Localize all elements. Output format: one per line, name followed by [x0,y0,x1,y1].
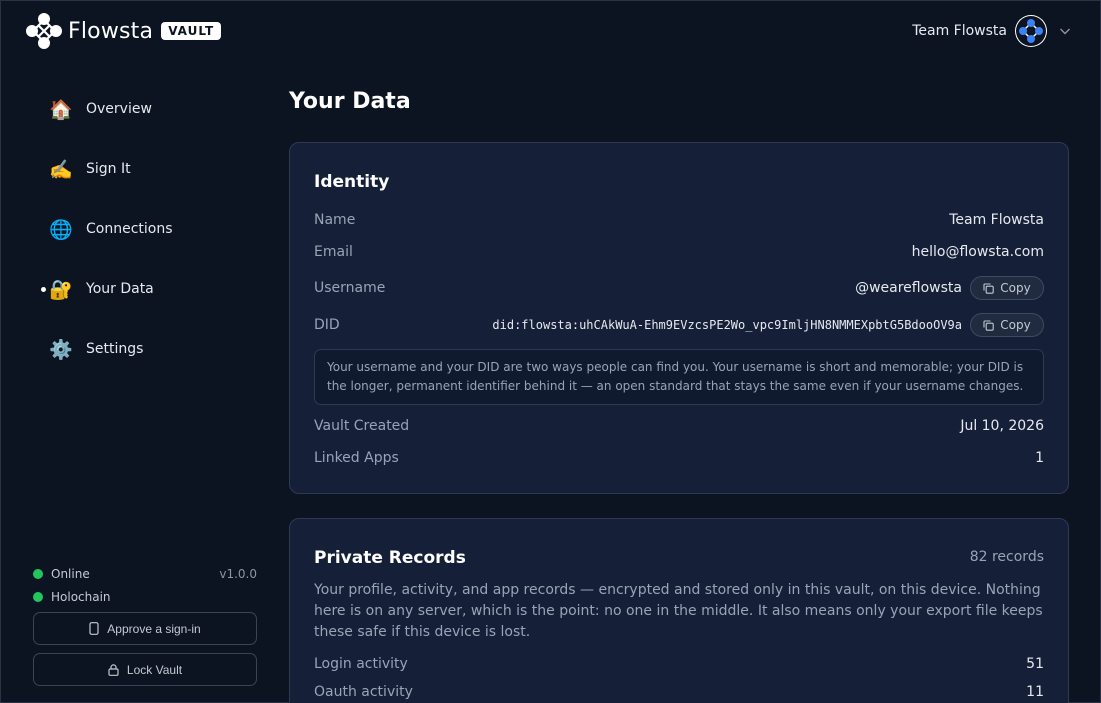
username-row: Username @weareflowsta Copy [314,275,1044,301]
username-value: @weareflowsta [855,280,962,296]
linked-apps-value: 1 [1035,450,1044,466]
lock-icon [108,663,119,676]
status-panel: Online v1.0.0 Holochain [33,562,257,608]
sidebar-nav: 🏠 Overview ✍️ Sign It 🌐 Connections 🔐 Yo… [40,79,260,379]
identity-heading: Identity [314,172,390,192]
gear-icon: ⚙️ [49,338,73,361]
email-value: hello@flowsta.com [911,244,1044,260]
sidebar-item-label: Your Data [86,281,154,297]
record-row-oauth-activity: Oauth activity 11 [314,684,1044,700]
sidebar-item-sign-it[interactable]: ✍️ Sign It [40,139,260,199]
avatar[interactable] [1015,15,1047,47]
lock-with-key-icon: 🔐 [49,278,73,301]
globe-icon: 🌐 [49,218,73,241]
vault-created-row: Vault Created Jul 10, 2026 [314,418,1044,434]
record-value: 51 [1026,656,1044,672]
lock-vault-label: Lock Vault [126,662,183,677]
house-icon: 🏠 [49,98,73,121]
copy-icon [983,319,995,331]
records-count: 82 records [969,549,1044,565]
record-label: Oauth activity [314,684,413,700]
version-label: v1.0.0 [219,566,257,581]
status-dot-icon [33,591,43,602]
username-label: Username [314,280,386,296]
holochain-label: Holochain [51,589,111,604]
linked-apps-row: Linked Apps 1 [314,450,1044,466]
sidebar-item-label: Settings [86,341,144,357]
lock-vault-button[interactable]: Lock Vault [33,653,257,686]
sidebar-item-label: Connections [86,221,173,237]
copy-label: Copy [1000,318,1031,332]
copy-did-button[interactable]: Copy [970,313,1044,337]
did-value: did:flowsta:uhCAkWuA-Ehm9EVzcsPE2Wo_vpc9… [492,318,962,332]
did-row: DID did:flowsta:uhCAkWuA-Ehm9EVzcsPE2Wo_… [314,312,1044,338]
account-name: Team Flowsta [912,23,1007,39]
private-records-heading: Private Records [314,548,466,568]
avatar-logo-icon [1016,16,1046,46]
writing-hand-icon: ✍️ [49,158,73,181]
record-value: 11 [1026,684,1044,700]
record-label: Login activity [314,656,408,672]
identity-card: Identity Name Team Flowsta Email hello@f… [289,142,1069,494]
email-row: Email hello@flowsta.com [314,244,1044,260]
name-row: Name Team Flowsta [314,212,1044,228]
record-row-login-activity: Login activity 51 [314,656,1044,672]
approve-sign-in-button[interactable]: Approve a sign-in [33,612,257,645]
status-dot-icon [33,568,43,579]
name-label: Name [314,212,356,228]
page-title: Your Data [289,89,411,114]
brand[interactable]: Flowsta VAULT [24,11,222,51]
vault-created-label: Vault Created [314,418,410,434]
account-menu[interactable]: Team Flowsta [912,15,1071,47]
holochain-status: Holochain [33,585,257,608]
flowsta-logo-icon [26,13,62,49]
copy-username-button[interactable]: Copy [970,276,1044,300]
chevron-down-icon[interactable] [1059,25,1071,37]
sidebar-item-label: Sign It [86,161,131,177]
sidebar-item-label: Overview [86,101,152,117]
sidebar-item-settings[interactable]: ⚙️ Settings [40,319,260,379]
online-status: Online v1.0.0 [33,562,257,585]
phone-icon [89,622,99,635]
email-label: Email [314,244,353,260]
vault-created-value: Jul 10, 2026 [960,418,1044,434]
identity-note: Your username and your DID are two ways … [314,349,1044,405]
brand-name: Flowsta [68,18,154,44]
copy-icon [983,282,995,294]
sidebar-item-connections[interactable]: 🌐 Connections [40,199,260,259]
vault-badge: VAULT [161,22,222,40]
online-label: Online [51,566,90,581]
sidebar-item-your-data[interactable]: 🔐 Your Data [40,259,260,319]
sidebar-item-overview[interactable]: 🏠 Overview [40,79,260,139]
linked-apps-label: Linked Apps [314,450,399,466]
records-description: Your profile, activity, and app records … [314,582,1043,640]
name-value: Team Flowsta [949,212,1044,228]
approve-sign-in-label: Approve a sign-in [107,621,201,636]
did-label: DID [314,317,340,333]
copy-label: Copy [1000,281,1031,295]
active-indicator [41,287,46,292]
private-records-card: Private Records 82 records Your profile,… [289,518,1069,703]
